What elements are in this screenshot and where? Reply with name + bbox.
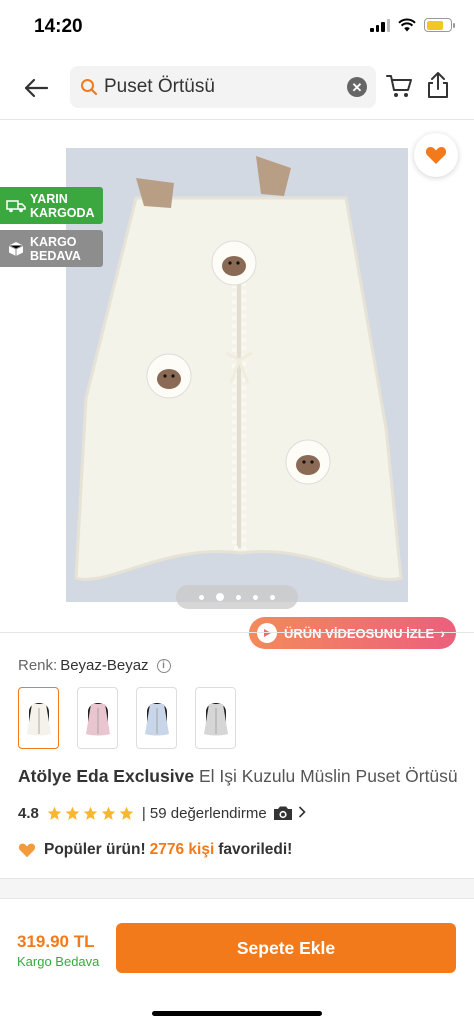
status-time: 14:20 bbox=[34, 16, 83, 37]
color-swatch[interactable] bbox=[195, 687, 236, 749]
add-to-cart-button[interactable]: Sepete Ekle bbox=[116, 923, 456, 973]
star-icon bbox=[47, 806, 62, 820]
popular-title: Popüler ürün! bbox=[44, 841, 146, 858]
watch-video-button[interactable]: ÜRÜN VİDEOSUNU İZLE › bbox=[249, 617, 456, 649]
cart-icon[interactable] bbox=[385, 72, 413, 100]
home-indicator bbox=[152, 1011, 322, 1016]
clear-search-button[interactable]: ✕ bbox=[347, 77, 367, 97]
color-label: Renk: bbox=[18, 657, 58, 674]
package-icon bbox=[5, 241, 27, 257]
info-icon[interactable]: i bbox=[156, 658, 171, 673]
section-separator bbox=[0, 878, 474, 898]
carousel-dot[interactable] bbox=[270, 594, 275, 600]
back-button[interactable] bbox=[20, 72, 52, 104]
heart-icon bbox=[18, 842, 36, 858]
price: 319.90 TL bbox=[17, 932, 95, 951]
rating-stars bbox=[47, 806, 134, 821]
popular-suffix: favoriledi! bbox=[218, 841, 293, 858]
favorite-button[interactable] bbox=[414, 133, 458, 177]
product-name: El Işi Kuzulu Müslin Puset Örtüsü bbox=[198, 766, 458, 786]
purchase-bar: 319.90 TL Kargo Bedava Sepete Ekle bbox=[0, 898, 474, 1024]
swatch-thumbnail bbox=[203, 703, 228, 736]
battery-icon bbox=[424, 18, 455, 32]
free-shipping-label: KARGO BEDAVA bbox=[30, 234, 81, 263]
popular-product-note: Popüler ürün! 2776 kişi favoriledi! bbox=[18, 841, 292, 859]
back-arrow-icon bbox=[24, 78, 49, 98]
truck-icon bbox=[5, 199, 27, 213]
search-query: Puset Örtüsü bbox=[104, 76, 215, 97]
divider bbox=[0, 632, 474, 633]
chevron-right-icon: › bbox=[440, 625, 445, 641]
swatch-thumbnail bbox=[26, 703, 51, 736]
product-image[interactable] bbox=[66, 148, 408, 602]
swatch-thumbnail bbox=[144, 703, 169, 736]
star-icon bbox=[65, 806, 80, 820]
brand-name[interactable]: Atölye Eda Exclusive bbox=[18, 766, 194, 786]
free-shipping-badge: KARGO BEDAVA bbox=[0, 230, 103, 267]
star-icon bbox=[119, 806, 134, 820]
favorite-count: 2776 kişi bbox=[149, 841, 215, 858]
review-count[interactable]: | 59 değerlendirme bbox=[142, 805, 267, 822]
watch-video-label: ÜRÜN VİDEOSUNU İZLE bbox=[284, 625, 435, 641]
color-swatch[interactable] bbox=[77, 687, 118, 749]
heart-icon bbox=[425, 147, 447, 164]
color-swatch[interactable] bbox=[136, 687, 177, 749]
clear-icon: ✕ bbox=[351, 79, 363, 95]
shipping-info: Kargo Bedava bbox=[17, 954, 100, 969]
star-icon bbox=[101, 806, 116, 820]
wifi-icon bbox=[398, 18, 416, 32]
carousel-dot[interactable] bbox=[216, 593, 224, 601]
carousel-dot[interactable] bbox=[253, 594, 258, 600]
product-image-carousel[interactable]: YARIN KARGODA KARGO BEDAVA ÜRÜN VİDEOSUN… bbox=[0, 121, 474, 649]
carousel-dot[interactable] bbox=[236, 594, 241, 600]
fast-shipping-badge: YARIN KARGODA bbox=[0, 187, 103, 224]
color-swatch[interactable] bbox=[18, 687, 59, 749]
fast-shipping-label: YARIN KARGODA bbox=[30, 191, 95, 220]
camera-icon bbox=[273, 806, 292, 820]
search-icon bbox=[81, 79, 98, 96]
status-icons bbox=[370, 18, 455, 32]
play-icon bbox=[257, 623, 277, 643]
carousel-dot[interactable] bbox=[199, 594, 204, 600]
share-icon[interactable] bbox=[424, 70, 452, 100]
product-title: Atölye Eda Exclusive El Işi Kuzulu Müsli… bbox=[18, 766, 468, 787]
status-bar: 14:20 bbox=[0, 0, 474, 56]
swatch-thumbnail bbox=[85, 703, 110, 736]
color-selector-label: Renk: Beyaz-Beyaz i bbox=[18, 657, 171, 674]
carousel-indicator[interactable] bbox=[176, 585, 298, 609]
color-swatches bbox=[18, 687, 236, 749]
signal-icon bbox=[370, 18, 390, 32]
color-value: Beyaz-Beyaz bbox=[60, 657, 149, 674]
rating-row[interactable]: 4.8 | 59 değerlendirme bbox=[18, 802, 306, 824]
top-bar: Puset Örtüsü ✕ bbox=[0, 56, 474, 120]
star-icon bbox=[83, 806, 98, 820]
chevron-right-icon bbox=[298, 805, 306, 822]
search-input[interactable]: Puset Örtüsü ✕ bbox=[70, 66, 376, 108]
rating-value: 4.8 bbox=[18, 804, 39, 822]
